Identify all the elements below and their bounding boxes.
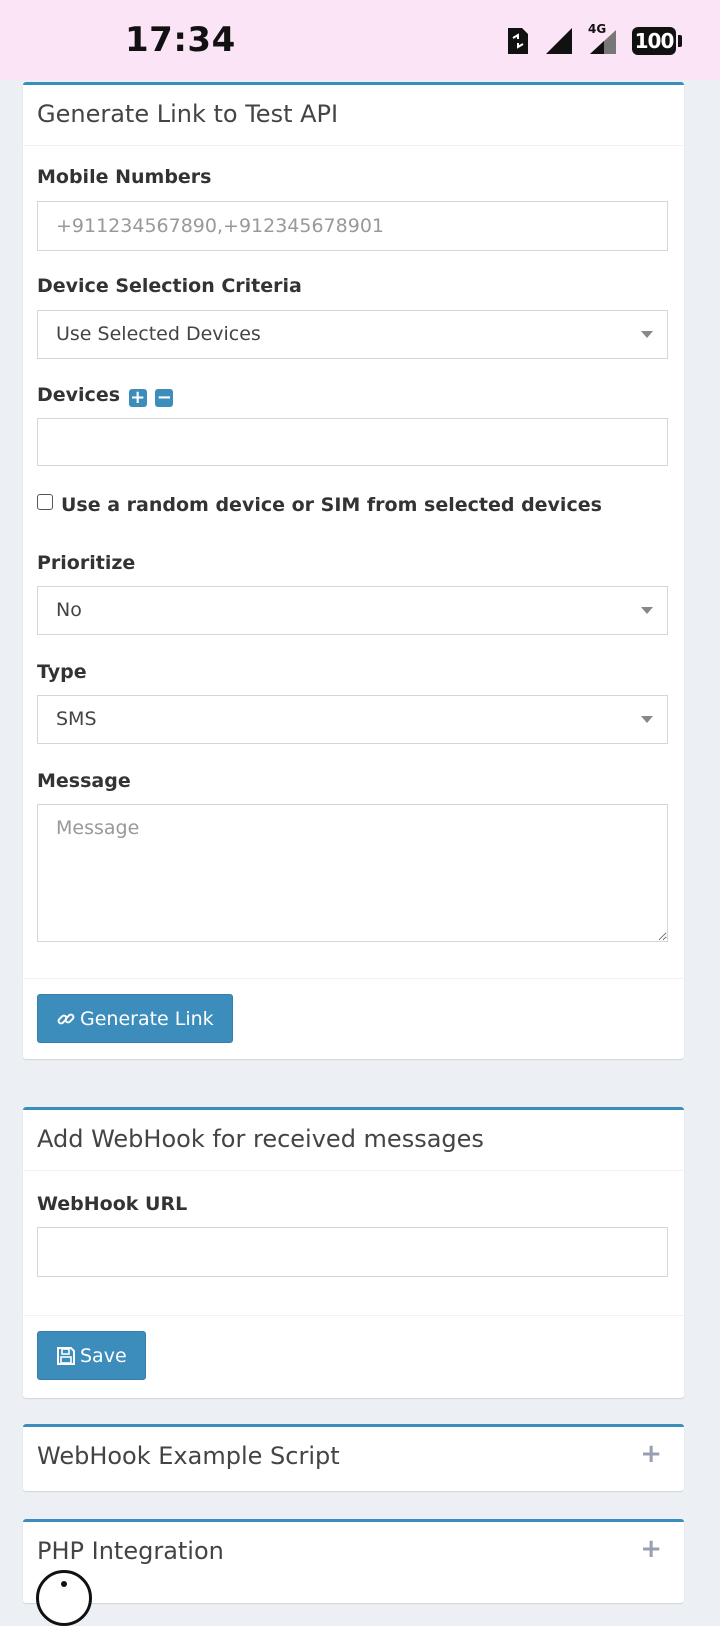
chevron-down-icon (641, 716, 653, 723)
webhook-example-card[interactable]: WebHook Example Script + (23, 1424, 684, 1491)
php-integration-card[interactable]: PHP Integration + (23, 1519, 684, 1603)
link-icon (57, 1013, 75, 1024)
save-button[interactable]: Save (37, 1331, 146, 1380)
floppy-disk-icon (57, 1346, 75, 1365)
signal-icon (546, 28, 572, 54)
webhook-footer-divider (23, 1315, 684, 1316)
random-device-checkbox[interactable] (37, 494, 53, 510)
type-value: SMS (56, 708, 97, 730)
devices-input[interactable] (37, 418, 668, 466)
message-label: Message (37, 770, 131, 792)
prioritize-select[interactable]: No (37, 586, 668, 635)
test-api-card: Generate Link to Test API Mobile Numbers… (23, 82, 684, 1059)
chevron-down-icon (641, 331, 653, 338)
webhook-card: Add WebHook for received messages WebHoo… (23, 1107, 684, 1398)
webhook-example-title: WebHook Example Script (37, 1442, 340, 1470)
device-criteria-select[interactable]: Use Selected Devices (37, 310, 668, 359)
webhook-url-label: WebHook URL (37, 1193, 188, 1215)
device-criteria-value: Use Selected Devices (56, 323, 261, 345)
generate-link-button[interactable]: Generate Link (37, 994, 233, 1043)
devices-label-row: Devices + − (37, 384, 174, 407)
device-criteria-label: Device Selection Criteria (37, 275, 302, 297)
type-select[interactable]: SMS (37, 695, 668, 744)
network-4g-icon: 4G (588, 22, 618, 56)
generate-link-label: Generate Link (80, 1007, 214, 1030)
mobile-numbers-input[interactable] (37, 201, 668, 251)
expand-plus-icon[interactable]: + (640, 1439, 662, 1469)
devices-label: Devices (37, 384, 121, 406)
php-integration-title: PHP Integration (37, 1537, 224, 1565)
prioritize-label: Prioritize (37, 552, 136, 574)
card-footer-divider (23, 978, 684, 979)
battery-icon: 100 (632, 27, 682, 55)
status-time: 17:34 (125, 20, 236, 60)
network-label: 4G (588, 22, 607, 36)
add-device-icon[interactable]: + (128, 389, 147, 407)
webhook-card-header: Add WebHook for received messages (23, 1110, 684, 1171)
status-bar: 17:34 4G 100 (0, 0, 720, 80)
php-integration-header[interactable]: PHP Integration + (23, 1522, 684, 1582)
webhook-url-input[interactable] (37, 1227, 668, 1277)
prioritize-value: No (56, 599, 82, 621)
test-api-card-title: Generate Link to Test API (37, 100, 339, 128)
random-device-label: Use a random device or SIM from selected… (61, 494, 602, 516)
webhook-example-header[interactable]: WebHook Example Script + (23, 1427, 684, 1487)
remove-device-icon[interactable]: − (155, 389, 174, 407)
webhook-card-title: Add WebHook for received messages (37, 1125, 484, 1153)
status-icons: 4G 100 (492, 22, 682, 58)
type-label: Type (37, 661, 87, 683)
sim-icon (508, 28, 528, 54)
info-icon[interactable] (36, 1570, 92, 1626)
chevron-down-icon (641, 607, 653, 614)
save-label: Save (80, 1344, 127, 1367)
mobile-numbers-label: Mobile Numbers (37, 166, 212, 188)
expand-plus-icon[interactable]: + (640, 1534, 662, 1564)
message-textarea[interactable] (37, 804, 668, 942)
battery-level: 100 (634, 29, 675, 53)
test-api-card-header: Generate Link to Test API (23, 85, 684, 146)
